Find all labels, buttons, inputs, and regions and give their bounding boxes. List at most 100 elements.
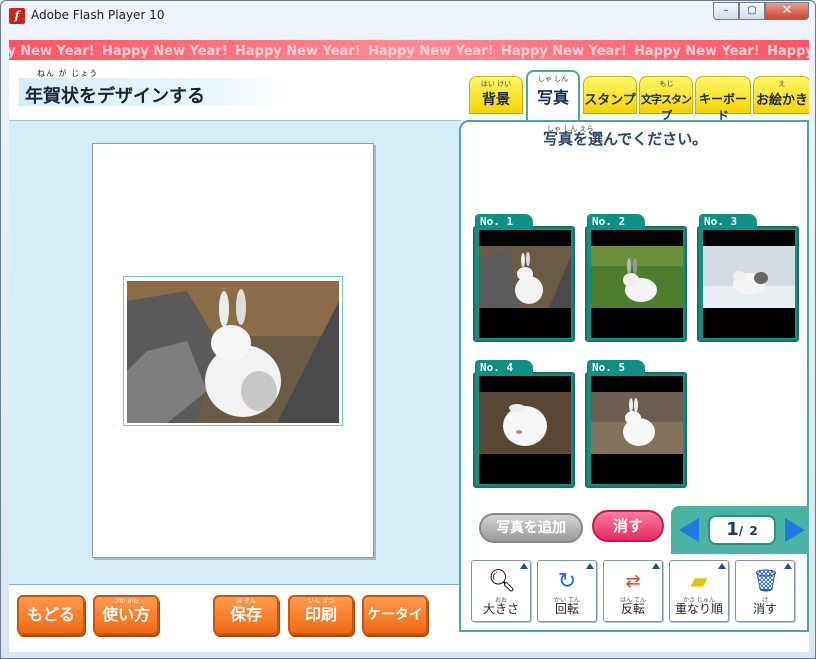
- postcard-canvas[interactable]: [92, 143, 374, 558]
- banner-text: Happy New Year!: [767, 44, 809, 59]
- menu-triangle-icon: [586, 563, 594, 569]
- tool-size[interactable]: 🔍︎ おお 大きさ: [471, 560, 531, 622]
- tab-background[interactable]: はい けい 背景: [469, 76, 523, 114]
- tool-label: 回転: [554, 602, 579, 616]
- tab-label: 背景: [482, 92, 510, 108]
- page-title-ruby: ねん が じょう: [37, 69, 99, 78]
- photo-number: No. 2: [587, 214, 645, 230]
- bottom-toolbar: もどる つか かた 使い方 ほ ぞん 保存 いん さつ 印刷 ケータイ: [9, 584, 459, 652]
- flash-player-icon: f: [9, 8, 25, 24]
- photo-number: No. 1: [475, 214, 533, 230]
- howto-button[interactable]: つか かた 使い方: [93, 595, 159, 635]
- back-button[interactable]: もどる: [17, 595, 85, 635]
- tab-keyboard[interactable]: キーボード: [695, 76, 751, 123]
- rotate-icon: ↻: [557, 569, 577, 594]
- tab-ruby: え: [778, 80, 786, 88]
- total-pages: 2: [749, 524, 758, 538]
- window-title: Adobe Flash Player 10: [31, 8, 165, 22]
- rabbit-thumbnail: [479, 392, 571, 454]
- erase-photo-button[interactable]: 消す: [592, 510, 664, 542]
- tab-stamp[interactable]: スタンプ: [583, 76, 637, 114]
- current-page: 1: [726, 519, 739, 540]
- menu-triangle-icon: [520, 563, 528, 569]
- tab-label: お絵かき: [755, 93, 808, 108]
- layer-order-icon: ▰: [690, 569, 708, 594]
- instruction-ruby: しゃ しん えら: [547, 125, 594, 133]
- banner-text: Happy New Year!: [235, 44, 361, 59]
- tool-delete[interactable]: 🗑︎ け 消す: [735, 560, 795, 622]
- tool-flip[interactable]: ⇄ はん てん 反転: [603, 560, 663, 622]
- banner-text: Happy New Year!: [634, 44, 760, 59]
- tab-ruby: しゃ しん: [537, 75, 569, 83]
- tool-label: 重なり順: [674, 602, 723, 616]
- save-button[interactable]: ほ ぞん 保存: [213, 595, 279, 635]
- page-indicator: 1/ 2: [708, 515, 776, 545]
- flash-content: Happy New Year! Happy New Year! Happy New …: [9, 40, 809, 652]
- tool-label: 消す: [752, 602, 777, 616]
- print-label: 印刷: [304, 605, 337, 624]
- app-window: f Adobe Flash Player 10 – ▢ ✕ Happy New …: [0, 0, 816, 659]
- rabbit-thumbnail: [591, 392, 683, 454]
- maximize-button[interactable]: ▢: [739, 2, 765, 20]
- menu-triangle-icon: [784, 563, 792, 569]
- rabbit-thumbnail: [479, 246, 571, 308]
- howto-label: 使い方: [101, 605, 150, 624]
- banner-text: Happy New Year!: [9, 44, 95, 59]
- mobile-label: ケータイ: [367, 607, 423, 623]
- photo-thumb-3[interactable]: No. 3: [697, 214, 801, 344]
- tab-drawing[interactable]: えお絵かき: [753, 76, 809, 114]
- new-year-banner: Happy New Year! Happy New Year! Happy New …: [9, 40, 809, 60]
- title-bar[interactable]: f Adobe Flash Player 10 – ▢ ✕: [1, 1, 815, 31]
- menu-triangle-icon: [718, 563, 726, 569]
- menu-triangle-icon: [652, 563, 660, 569]
- page-title: ねん が じょう 年賀状をデザインする: [19, 69, 289, 107]
- tab-label: 写真: [536, 88, 569, 107]
- photo-thumb-5[interactable]: No. 5: [585, 360, 689, 490]
- photo-number: No. 3: [699, 214, 757, 230]
- button-ruby: つか かた: [113, 598, 139, 605]
- card-preview-area: [9, 120, 461, 584]
- page-navigator: 1/ 2: [671, 506, 809, 554]
- banner-text: Happy New Year!: [501, 44, 627, 59]
- banner-text: Happy New Year!: [368, 44, 494, 59]
- placed-photo[interactable]: [123, 276, 343, 426]
- tool-label: 反転: [620, 602, 645, 616]
- tab-ruby: はい けい: [480, 80, 512, 88]
- photo-thumb-4[interactable]: No. 4: [473, 360, 577, 490]
- photo-number: No. 4: [475, 360, 533, 376]
- add-photo-button[interactable]: 写真を追加: [479, 513, 583, 543]
- button-ruby: いん さつ: [308, 598, 334, 605]
- prev-page-icon[interactable]: [679, 518, 699, 542]
- flip-icon: ⇄: [625, 571, 641, 592]
- photo-instruction: しゃ しん えら 写真を選んでください。: [543, 125, 707, 149]
- close-button[interactable]: ✕: [765, 2, 809, 20]
- button-ruby: ほ ぞん: [236, 598, 256, 605]
- erase-label: 消す: [612, 517, 643, 535]
- tool-rotate[interactable]: ↻ かい てん 回転: [537, 560, 597, 622]
- tab-text-stamp[interactable]: も じ文字スタンプ: [639, 76, 693, 122]
- tab-ruby: も じ: [659, 80, 673, 88]
- trash-icon: 🗑︎: [752, 569, 780, 594]
- rabbit-thumbnail: [703, 246, 795, 308]
- minimize-button[interactable]: –: [713, 2, 739, 20]
- photo-number: No. 5: [587, 360, 645, 376]
- tool-label: 大きさ: [482, 602, 519, 616]
- page-separator: /: [738, 524, 744, 538]
- rabbit-photo-image: [127, 281, 339, 423]
- banner-text: Happy New Year!: [102, 44, 228, 59]
- tool-layer-order[interactable]: ▰ かさ じゅん 重なり順: [669, 560, 729, 622]
- photo-thumb-1[interactable]: No. 1: [473, 214, 577, 344]
- rabbit-thumbnail: [591, 246, 683, 308]
- next-page-icon[interactable]: [785, 518, 805, 542]
- magnifier-icon: 🔍︎: [488, 569, 516, 594]
- print-button[interactable]: いん さつ 印刷: [288, 595, 354, 635]
- tab-photo[interactable]: しゃ しん 写真: [526, 70, 580, 120]
- add-photo-label: 写真を追加: [496, 520, 566, 536]
- save-label: 保存: [229, 605, 262, 624]
- page-title-text: 年賀状をデザインする: [25, 86, 205, 107]
- tab-label: スタンプ: [584, 93, 636, 108]
- back-label: もどる: [27, 605, 75, 624]
- photo-panel: しゃ しん えら 写真を選んでください。 No. 1 No. 2 No. 3 N…: [459, 120, 809, 632]
- mobile-button[interactable]: ケータイ: [362, 595, 428, 635]
- photo-thumb-2[interactable]: No. 2: [585, 214, 689, 344]
